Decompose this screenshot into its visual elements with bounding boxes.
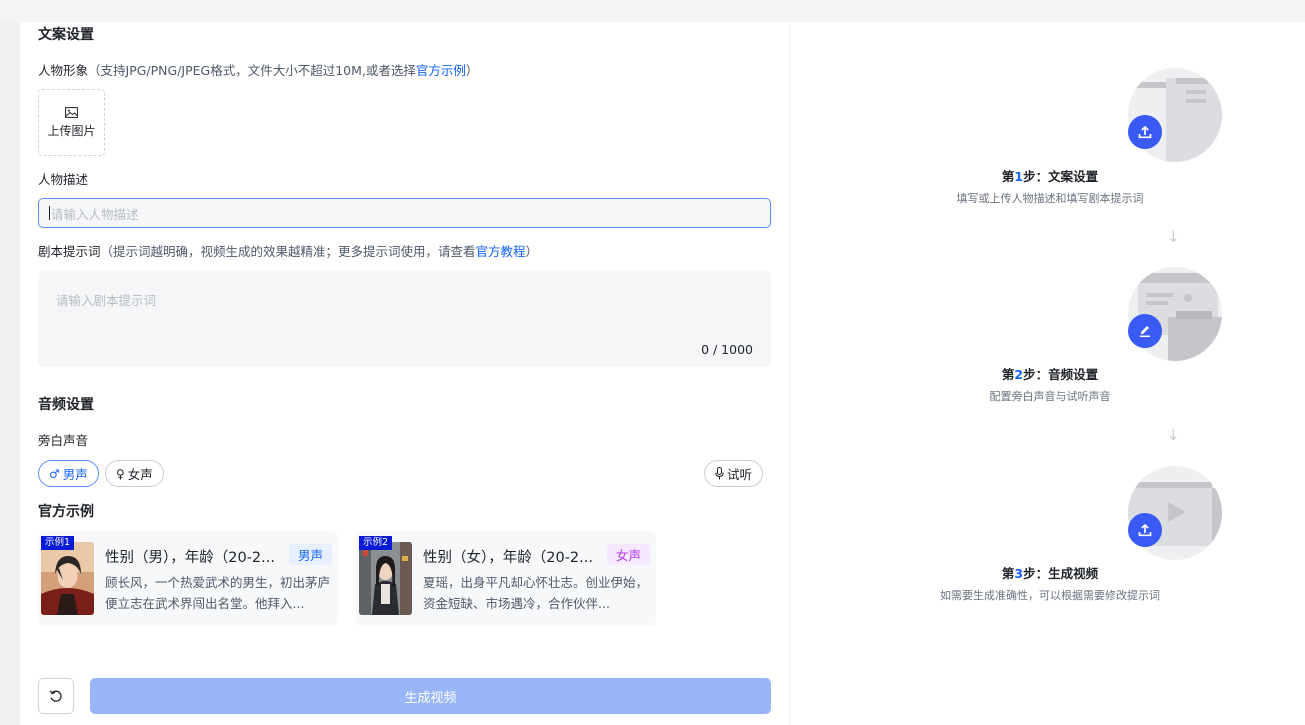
script-placeholder: 请输入剧本提示词 bbox=[56, 293, 157, 308]
female-voice-option[interactable]: ♀ 女声 bbox=[105, 460, 164, 487]
upload-icon bbox=[1138, 125, 1152, 139]
script-hint-end: ） bbox=[525, 244, 539, 259]
step-1-badge bbox=[1128, 115, 1162, 149]
example-tag: 示例2 bbox=[359, 536, 393, 550]
voice-badge: 男声 bbox=[288, 544, 332, 565]
official-tutorial-link[interactable]: 官方教程 bbox=[476, 244, 526, 259]
step-3-description: 如需要生成准确性，可以根据需要修改提示词 bbox=[940, 589, 1160, 602]
step-2-badge bbox=[1128, 314, 1162, 348]
image-icon bbox=[65, 106, 78, 118]
avatar-label: 人物形象 bbox=[38, 63, 89, 78]
example-description: 顾长风，一个热爱武术的男生，初出茅庐便立志在武术界闯出名堂。他拜入... bbox=[105, 575, 331, 611]
step-1-description: 填写或上传人物描述和填写剧本提示词 bbox=[956, 192, 1144, 205]
steps-panel: 第1步：文案设置 填写或上传人物描述和填写剧本提示词 ↓ 第2步：音频设置 配置… bbox=[790, 22, 1305, 725]
upload-label: 上传图片 bbox=[47, 123, 96, 138]
example-title: 性别（女），年龄（20-2... bbox=[423, 550, 593, 566]
script-label: 剧本提示词 bbox=[38, 244, 101, 259]
step-2-description: 配置旁白声音与试听声音 bbox=[989, 390, 1111, 403]
preview-label: 试听 bbox=[727, 467, 753, 482]
reset-icon bbox=[49, 690, 62, 702]
example-thumbnail-male bbox=[41, 542, 94, 615]
example-card-1[interactable]: 示例1 性别（男），年龄（20-2... 男声 顾长风，一个热爱武术的男生，初出… bbox=[38, 531, 338, 626]
male-icon: ♂ bbox=[49, 466, 60, 481]
desc-placeholder: 请输入人物描述 bbox=[51, 206, 139, 222]
character-description-input[interactable]: 请输入人物描述 bbox=[38, 198, 771, 228]
char-counter: 0 / 1000 bbox=[701, 342, 753, 357]
form-panel: 文案设置 人物形象（支持JPG/PNG/JPEG格式，文件大小不超过10M,或者… bbox=[20, 22, 789, 725]
desc-label: 人物描述 bbox=[38, 172, 89, 187]
female-voice-label: 女声 bbox=[127, 467, 153, 482]
down-arrow-icon: ↓ bbox=[1167, 228, 1180, 246]
example-thumbnail-female bbox=[359, 542, 412, 615]
avatar-hint: （支持JPG/PNG/JPEG格式，文件大小不超过10M,或者选择 bbox=[88, 63, 416, 78]
upload-image-button[interactable]: 上传图片 bbox=[38, 89, 105, 156]
text-caret bbox=[49, 206, 50, 220]
avatar-hint-end: ） bbox=[465, 63, 479, 78]
down-arrow-icon: ↓ bbox=[1167, 426, 1180, 444]
reset-button[interactable] bbox=[38, 678, 74, 714]
official-example-link[interactable]: 官方示例 bbox=[416, 63, 466, 78]
step-1-title: 第1步：文案设置 bbox=[1001, 169, 1099, 184]
audio-section-title: 音频设置 bbox=[38, 397, 94, 413]
examples-section-title: 官方示例 bbox=[38, 504, 94, 520]
edit-icon bbox=[1140, 326, 1150, 338]
top-bar bbox=[0, 0, 1305, 22]
example-title: 性别（男），年龄（20-2... bbox=[105, 550, 275, 566]
microphone-icon bbox=[715, 467, 724, 480]
script-hint: （提示词越明确，视频生成的效果越精准；更多提示词使用，请查看 bbox=[100, 244, 476, 259]
example-description: 夏瑶，出身平凡却心怀壮志。创业伊始，资金短缺、市场遇冷，合作伙伴... bbox=[423, 575, 649, 611]
example-tag: 示例1 bbox=[41, 536, 75, 550]
female-icon: ♀ bbox=[116, 466, 125, 481]
voice-badge: 女声 bbox=[606, 544, 650, 565]
step-3-title: 第3步：生成视频 bbox=[1001, 566, 1099, 581]
generate-video-button[interactable]: 生成视频 bbox=[90, 678, 771, 714]
copy-section-title: 文案设置 bbox=[38, 27, 94, 43]
male-voice-label: 男声 bbox=[62, 467, 88, 482]
narration-label: 旁白声音 bbox=[38, 433, 89, 448]
avatar-label-row: 人物形象（支持JPG/PNG/JPEG格式，文件大小不超过10M,或者选择官方示… bbox=[38, 60, 478, 79]
preview-audio-button[interactable]: 试听 bbox=[704, 460, 764, 487]
step-2-title: 第2步：音频设置 bbox=[1001, 367, 1099, 382]
example-card-2[interactable]: 示例2 性别（女），年龄（20-2... 女声 夏瑶，出身平凡却心怀壮志。创业伊… bbox=[356, 531, 656, 626]
step-3-badge bbox=[1128, 513, 1162, 547]
script-label-row: 剧本提示词（提示词越明确，视频生成的效果越精准；更多提示词使用，请查看官方教程） bbox=[38, 241, 538, 260]
male-voice-option[interactable]: ♂ 男声 bbox=[38, 460, 99, 487]
script-prompt-textarea[interactable]: 请输入剧本提示词 0 / 1000 bbox=[38, 271, 771, 367]
upload-icon bbox=[1138, 523, 1152, 537]
